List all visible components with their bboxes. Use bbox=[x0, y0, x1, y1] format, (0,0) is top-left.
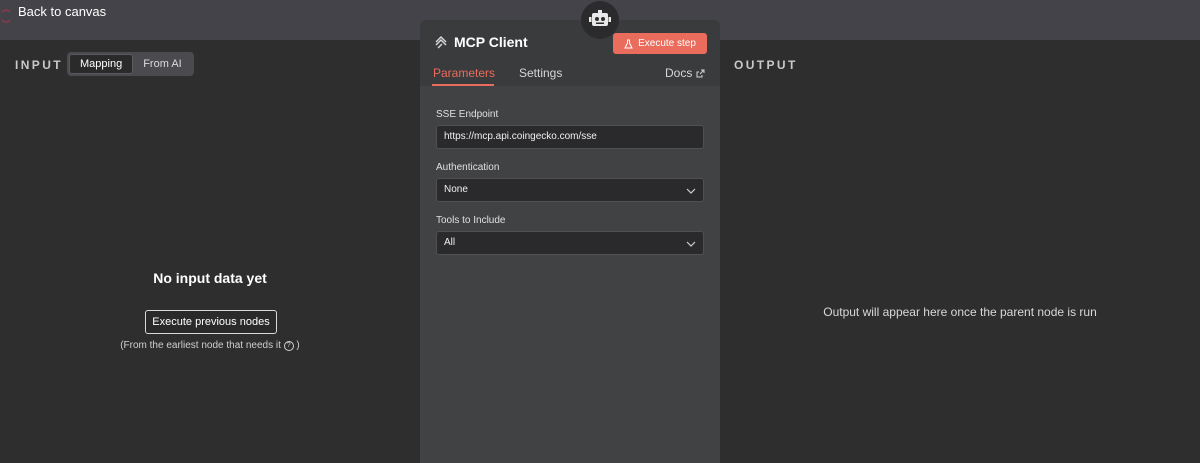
no-input-title: No input data yet bbox=[153, 270, 267, 286]
field-label-sse-endpoint: SSE Endpoint bbox=[436, 109, 499, 120]
input-hint: (From the earliest node that needs it ? … bbox=[0, 340, 420, 351]
input-title: INPUT bbox=[15, 58, 63, 72]
input-mode-toggle: Mapping From AI bbox=[67, 52, 194, 76]
execute-previous-nodes-button[interactable]: Execute previous nodes bbox=[145, 310, 277, 334]
help-icon[interactable]: ? bbox=[283, 341, 294, 351]
authentication-select[interactable]: None bbox=[436, 178, 704, 202]
chevron-down-icon bbox=[686, 241, 696, 247]
authentication-value: None bbox=[444, 184, 468, 195]
execute-step-button[interactable]: Execute step bbox=[613, 33, 707, 54]
robot-node-icon bbox=[581, 1, 619, 39]
input-panel: INPUT Mapping From AI No input data yet … bbox=[0, 40, 420, 463]
input-hint-end: ) bbox=[296, 340, 300, 351]
output-panel: OUTPUT bbox=[720, 40, 1200, 463]
field-label-tools-to-include: Tools to Include bbox=[436, 215, 506, 226]
tab-settings[interactable]: Settings bbox=[519, 66, 562, 80]
node-icon bbox=[435, 36, 447, 49]
output-empty-message: Output will appear here once the parent … bbox=[823, 305, 1097, 319]
chevron-down-icon bbox=[686, 188, 696, 194]
external-link-icon bbox=[696, 69, 705, 77]
docs-label: Docs bbox=[665, 66, 693, 80]
field-label-authentication: Authentication bbox=[436, 162, 500, 173]
tab-parameters[interactable]: Parameters bbox=[433, 66, 495, 80]
tab-from-ai[interactable]: From AI bbox=[133, 54, 192, 74]
back-to-canvas-link[interactable]: Back to canvas bbox=[18, 4, 106, 19]
node-parameters-panel: MCP Client Execute step Parameters Setti… bbox=[420, 20, 720, 463]
active-tab-indicator bbox=[432, 84, 494, 86]
docs-link[interactable]: Docs bbox=[665, 66, 705, 80]
flask-icon bbox=[624, 39, 633, 48]
back-arrow-icon[interactable] bbox=[0, 4, 18, 26]
sse-endpoint-input[interactable]: https://mcp.api.coingecko.com/sse bbox=[436, 125, 704, 149]
robot-icon bbox=[589, 10, 611, 26]
tab-mapping[interactable]: Mapping bbox=[69, 54, 134, 74]
tools-to-include-value: All bbox=[444, 237, 456, 248]
output-title: OUTPUT bbox=[734, 58, 798, 72]
node-title: MCP Client bbox=[454, 34, 528, 50]
input-hint-text: (From the earliest node that needs it bbox=[120, 340, 281, 351]
tools-to-include-select[interactable]: All bbox=[436, 231, 704, 255]
execute-step-label: Execute step bbox=[638, 38, 696, 49]
